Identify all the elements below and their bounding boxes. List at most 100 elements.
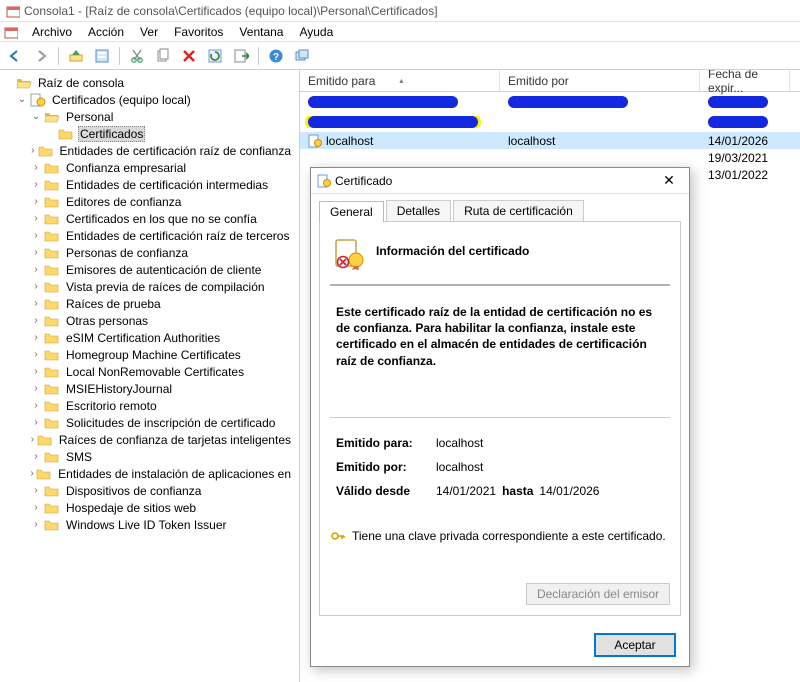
menu-ayuda[interactable]: Ayuda [291, 23, 341, 41]
dialog-titlebar[interactable]: Certificado ✕ [311, 168, 689, 194]
menu-favoritos[interactable]: Favoritos [166, 23, 231, 41]
tree-personal[interactable]: ⌄ Personal [30, 108, 299, 125]
properties-button[interactable] [91, 45, 113, 67]
menu-accion[interactable]: Acción [80, 23, 132, 41]
expand-icon[interactable]: › [30, 400, 42, 412]
tree-item[interactable]: ›Raíces de prueba [30, 295, 299, 312]
column-emitido-para[interactable]: Emitido para ▴ [300, 70, 500, 91]
expand-icon[interactable]: › [30, 213, 42, 225]
collapse-icon[interactable]: ⌄ [30, 111, 42, 123]
cell-emitido-para: localhost [326, 134, 373, 148]
expand-icon[interactable]: › [30, 281, 42, 293]
expand-icon[interactable]: › [30, 315, 42, 327]
tree-item[interactable]: ›Emisores de autenticación de cliente [30, 261, 299, 278]
mmc-icon [4, 25, 18, 39]
folder-icon [38, 143, 54, 159]
redacted-value [308, 96, 458, 108]
list-row[interactable]: localhost localhost 14/01/2026 [300, 132, 800, 149]
menu-ventana[interactable]: Ventana [231, 23, 291, 41]
expand-icon[interactable]: › [30, 179, 42, 191]
expand-icon[interactable]: › [30, 502, 42, 514]
expand-icon[interactable]: › [30, 366, 42, 378]
folder-icon [44, 296, 60, 312]
collapse-icon[interactable]: ⌄ [16, 94, 28, 106]
tree-certificados[interactable]: Certificados [44, 125, 299, 142]
list-row[interactable] [300, 112, 800, 132]
expand-icon[interactable]: › [30, 349, 42, 361]
tab-ruta[interactable]: Ruta de certificación [453, 200, 584, 221]
tree-item[interactable]: ›Vista previa de raíces de compilación [30, 278, 299, 295]
tree-item[interactable]: ›Entidades de certificación raíz de conf… [30, 142, 299, 159]
tree-label: Windows Live ID Token Issuer [64, 518, 229, 532]
expand-icon[interactable]: › [30, 519, 42, 531]
expand-icon[interactable]: › [30, 247, 42, 259]
tree-label: Personal [64, 110, 115, 124]
tree-item[interactable]: ›MSIEHistoryJournal [30, 380, 299, 397]
tree-item[interactable]: ›Personas de confianza [30, 244, 299, 261]
expand-icon[interactable]: › [30, 383, 42, 395]
expand-icon[interactable]: › [30, 417, 42, 429]
forward-button[interactable] [30, 45, 52, 67]
tree-item[interactable]: ›Solicitudes de inscripción de certifica… [30, 414, 299, 431]
expand-icon[interactable]: › [30, 162, 42, 174]
tree-item[interactable]: ›SMS [30, 448, 299, 465]
tab-general[interactable]: General [319, 201, 384, 222]
collapse-icon[interactable] [2, 77, 14, 89]
menu-archivo[interactable]: Archivo [24, 23, 80, 41]
export-button[interactable] [230, 45, 252, 67]
tree-root[interactable]: Raíz de consola [2, 74, 299, 91]
tree-label: Entidades de certificación raíz de terce… [64, 229, 291, 243]
redacted-value [708, 96, 768, 108]
copy-button[interactable] [152, 45, 174, 67]
expand-icon[interactable]: › [30, 332, 42, 344]
tab-detalles[interactable]: Detalles [386, 200, 451, 221]
expand-icon[interactable]: › [30, 230, 42, 242]
tree-item[interactable]: ›Hospedaje de sitios web [30, 499, 299, 516]
close-button[interactable]: ✕ [655, 171, 683, 191]
list-row[interactable] [300, 92, 800, 112]
delete-button[interactable] [178, 45, 200, 67]
tree-item[interactable]: ›Homegroup Machine Certificates [30, 346, 299, 363]
expand-icon[interactable]: › [30, 485, 42, 497]
tree-item[interactable]: ›Local NonRemovable Certificates [30, 363, 299, 380]
column-fecha-expiracion[interactable]: Fecha de expir... [700, 70, 790, 91]
tree-item[interactable]: › Entidades de certificación raíz de terc… [30, 227, 299, 244]
folder-icon [44, 483, 60, 499]
tree-item[interactable]: ›Editores de confianza [30, 193, 299, 210]
expand-icon[interactable]: › [30, 468, 34, 480]
menu-ver[interactable]: Ver [132, 23, 166, 41]
tree-item[interactable]: ›Confianza empresarial [30, 159, 299, 176]
tree-item[interactable]: ›Otras personas [30, 312, 299, 329]
expand-icon[interactable]: › [30, 264, 42, 276]
tree-item[interactable]: ›Dispositivos de confianza [30, 482, 299, 499]
ok-button[interactable]: Aceptar [595, 634, 675, 656]
tree-item[interactable]: ›Certificados en los que no se confía [30, 210, 299, 227]
expand-icon[interactable]: › [30, 145, 36, 157]
tree-item[interactable]: › Windows Live ID Token Issuer [30, 516, 299, 533]
expand-icon[interactable]: › [30, 196, 42, 208]
column-emitido-por[interactable]: Emitido por [500, 70, 700, 91]
expand-icon[interactable]: › [30, 434, 35, 446]
help-button[interactable] [265, 45, 287, 67]
tree-label: eSIM Certification Authorities [64, 331, 222, 345]
cut-button[interactable] [126, 45, 148, 67]
expand-icon[interactable]: › [30, 451, 42, 463]
tree-cert-local[interactable]: ⌄ Certificados (equipo local) [16, 91, 299, 108]
back-button[interactable] [4, 45, 26, 67]
tree-item[interactable]: ›Raíces de confianza de tarjetas intelig… [30, 431, 299, 448]
issuer-statement-button: Declaración del emisor [526, 583, 670, 605]
tree-item[interactable]: ›Entidades de certificación intermedias [30, 176, 299, 193]
tree-item[interactable]: ›Escritorio remoto [30, 397, 299, 414]
refresh-button[interactable] [204, 45, 226, 67]
expand-icon[interactable]: › [30, 298, 42, 310]
list-row[interactable]: 19/03/2021 [300, 149, 800, 166]
tree-label: Raíz de consola [36, 76, 126, 90]
tree-pane[interactable]: Raíz de consola ⌄ Certificados (equipo l… [0, 70, 300, 682]
new-window-button[interactable] [291, 45, 313, 67]
tree-item[interactable]: › eSIM Certification Authorities [30, 329, 299, 346]
up-button[interactable] [65, 45, 87, 67]
redacted-value [708, 116, 768, 128]
folder-icon [44, 364, 60, 380]
dialog-tabs: General Detalles Ruta de certificación [311, 194, 689, 221]
tree-item[interactable]: ›Entidades de instalación de aplicacione… [30, 465, 299, 482]
